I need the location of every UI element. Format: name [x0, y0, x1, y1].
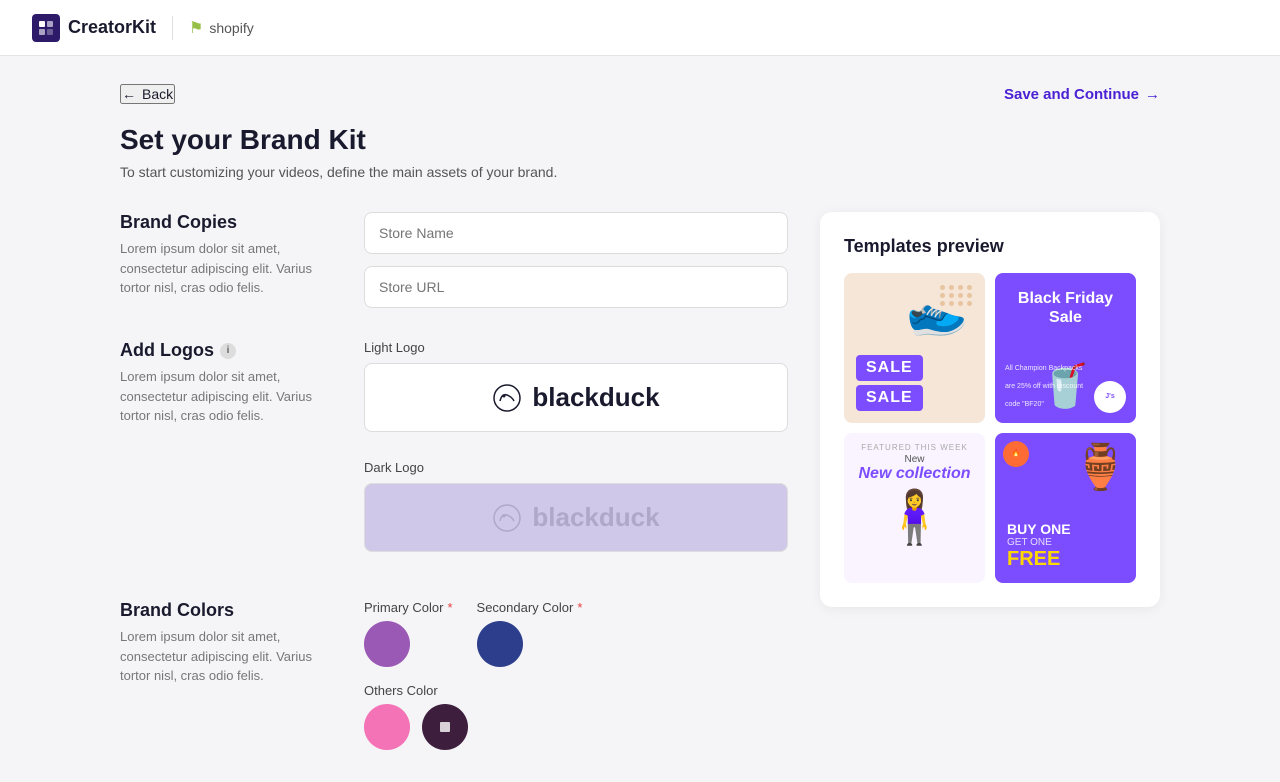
- template-card-3: FEATURED THIS WEEK New New collection 🧍‍…: [844, 433, 985, 583]
- primary-secondary-row: Primary Color * Secondary Color *: [364, 600, 788, 667]
- templates-title: Templates preview: [844, 236, 1136, 257]
- template-3-model-icon: 🧍‍♀️: [882, 487, 947, 548]
- dark-logo-label: Dark Logo: [364, 460, 788, 475]
- header-divider: [172, 16, 173, 40]
- template-1-sale-badge-2: SALE: [856, 385, 923, 411]
- duck-icon-dark: [492, 503, 522, 533]
- page-subtitle: To start customizing your videos, define…: [120, 164, 1160, 180]
- add-logos-desc: Lorem ipsum dolor sit amet, consectetur …: [120, 367, 340, 426]
- add-logos-info: Add Logos i Lorem ipsum dolor sit amet, …: [120, 340, 340, 426]
- secondary-color-item: Secondary Color *: [477, 600, 583, 667]
- brand-copies-desc: Lorem ipsum dolor sit amet, consectetur …: [120, 239, 340, 298]
- save-continue-label: Save and Continue: [1004, 86, 1139, 103]
- info-icon: i: [220, 343, 236, 359]
- template-card-2: Black Friday Sale 🥤 J's All Champion Bac…: [995, 273, 1136, 423]
- template-2-title: Black Friday Sale: [1018, 289, 1113, 327]
- light-logo-box[interactable]: blackduck: [364, 363, 788, 432]
- page-title: Set your Brand Kit: [120, 124, 1160, 156]
- other-color-2-swatch[interactable]: [422, 704, 468, 750]
- template-4-new-badge: 🔥: [1003, 441, 1029, 467]
- others-color-label: Others Color: [364, 683, 468, 698]
- light-logo-display: blackduck: [492, 382, 659, 413]
- dark-logo-section: Dark Logo blackduck: [364, 460, 788, 552]
- light-logo-section: Light Logo blackduck: [364, 340, 788, 432]
- template-3-new-collection: New New collection: [858, 454, 970, 483]
- back-button[interactable]: ← Back: [120, 84, 175, 104]
- add-logos-title: Add Logos i: [120, 340, 340, 361]
- logo-fields: Light Logo blackduck: [364, 340, 788, 568]
- light-logo-label: Light Logo: [364, 340, 788, 355]
- store-name-input[interactable]: [364, 212, 788, 254]
- add-logos-section: Add Logos i Lorem ipsum dolor sit amet, …: [120, 340, 788, 568]
- duck-icon-light: [492, 383, 522, 413]
- store-url-input[interactable]: [364, 266, 788, 308]
- shopify-label: shopify: [209, 20, 253, 36]
- color-group: Primary Color * Secondary Color *: [364, 600, 788, 750]
- template-4-promo-text: BUY ONE GET ONE FREE: [1007, 521, 1071, 571]
- template-4-free-text: FREE: [1007, 548, 1071, 571]
- primary-color-item: Primary Color *: [364, 600, 453, 667]
- brand-copies-title: Brand Copies: [120, 212, 340, 233]
- secondary-required-marker: *: [577, 600, 582, 615]
- other-color-1-swatch[interactable]: [364, 704, 410, 750]
- save-continue-button[interactable]: Save and Continue →: [1004, 86, 1160, 103]
- creatorkit-logo-icon: [32, 14, 60, 42]
- template-1-sale-text-2: SALE: [866, 389, 913, 406]
- brand-colors-title: Brand Colors: [120, 600, 340, 621]
- app-header: CreatorKit ⚑ shopify: [0, 0, 1280, 56]
- secondary-color-label: Secondary Color *: [477, 600, 583, 615]
- template-card-4: 🔥 🏺 BUY ONE GET ONE FREE: [995, 433, 1136, 583]
- template-1-sale-text: SALE: [866, 359, 913, 376]
- template-4-buy-text: BUY ONE: [1007, 521, 1071, 537]
- primary-color-label: Primary Color *: [364, 600, 453, 615]
- dark-logo-display: blackduck: [492, 502, 659, 533]
- app-logo: CreatorKit: [32, 14, 156, 42]
- save-continue-arrow-icon: →: [1145, 86, 1160, 103]
- shopify-icon: ⚑: [189, 18, 203, 38]
- others-color-row: Others Color: [364, 683, 788, 750]
- brand-copies-info: Brand Copies Lorem ipsum dolor sit amet,…: [120, 212, 340, 298]
- content-grid: Brand Copies Lorem ipsum dolor sit amet,…: [120, 212, 1160, 782]
- back-label: Back: [142, 86, 173, 102]
- main-content: ← Back Save and Continue → Set your Bran…: [0, 56, 1280, 782]
- template-1-sale-badge: SALE: [856, 355, 923, 381]
- brand-colors-desc: Lorem ipsum dolor sit amet, consectetur …: [120, 627, 340, 686]
- brand-copies-section: Brand Copies Lorem ipsum dolor sit amet,…: [120, 212, 788, 308]
- template-4-get-text: GET ONE: [1007, 537, 1071, 548]
- brand-colors-info: Brand Colors Lorem ipsum dolor sit amet,…: [120, 600, 340, 686]
- brand-copies-fields: [364, 212, 788, 308]
- color-picker-icon: [437, 719, 453, 735]
- template-3-featured-text: FEATURED THIS WEEK: [858, 443, 970, 452]
- left-column: Brand Copies Lorem ipsum dolor sit amet,…: [120, 212, 788, 782]
- template-card-1: 👟 SALE SALE: [844, 273, 985, 423]
- other-colors-container: [364, 704, 468, 750]
- brand-colors-section: Brand Colors Lorem ipsum dolor sit amet,…: [120, 600, 788, 750]
- nav-row: ← Back Save and Continue →: [120, 56, 1160, 124]
- template-4-mugs-icon: 🏺: [1073, 441, 1128, 493]
- template-2-badge: J's: [1094, 381, 1126, 413]
- primary-required-marker: *: [447, 600, 452, 615]
- primary-color-swatch[interactable]: [364, 621, 410, 667]
- back-arrow-icon: ←: [122, 86, 136, 102]
- template-2-desc: All Champion Backpacks are 25% off with …: [1005, 357, 1090, 411]
- templates-grid: 👟 SALE SALE Black Friday Sale 🥤: [844, 273, 1136, 583]
- secondary-color-swatch[interactable]: [477, 621, 523, 667]
- templates-panel: Templates preview 👟 SALE SALE: [820, 212, 1160, 607]
- others-color-item: Others Color: [364, 683, 468, 750]
- shopify-badge: ⚑ shopify: [189, 18, 254, 38]
- dark-logo-box[interactable]: blackduck: [364, 483, 788, 552]
- brand-name: CreatorKit: [68, 17, 156, 38]
